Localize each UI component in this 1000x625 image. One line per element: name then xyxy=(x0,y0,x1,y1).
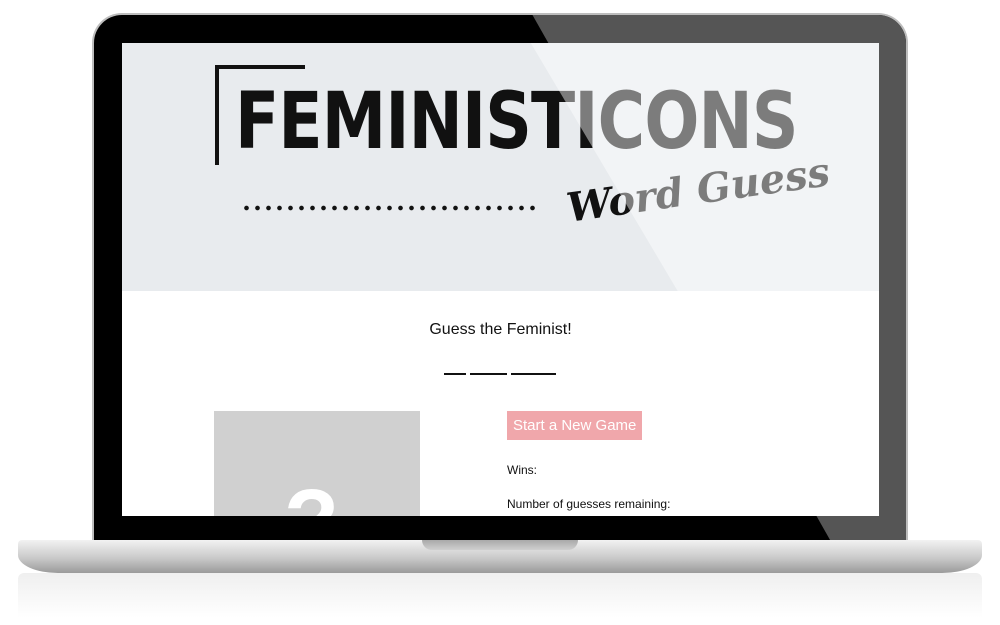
laptop-lid: FEMINISTICONS Word Guess Guess the Femin… xyxy=(94,15,906,545)
game-area: Guess the Feminist! ? Start a New Game W… xyxy=(122,291,879,516)
letter-blank xyxy=(444,373,466,375)
logo-corner-bracket-left xyxy=(215,65,219,165)
question-mark-icon: ? xyxy=(284,477,339,516)
laptop-base xyxy=(18,540,982,573)
logo-title: FEMINISTICONS xyxy=(235,77,799,167)
laptop-base-notch xyxy=(422,540,578,550)
hero-banner: FEMINISTICONS Word Guess xyxy=(122,43,879,291)
start-new-game-button[interactable]: Start a New Game xyxy=(507,411,643,440)
laptop-screen: FEMINISTICONS Word Guess Guess the Femin… xyxy=(122,43,879,516)
logo-dotted-rule xyxy=(241,205,541,211)
letter-blank xyxy=(511,373,556,375)
wins-label: Wins: xyxy=(507,463,537,477)
game-title: Guess the Feminist! xyxy=(429,321,572,338)
guesses-remaining-label: Number of guesses remaining: xyxy=(507,497,671,511)
laptop-base-reflection xyxy=(18,573,982,618)
site-logo: FEMINISTICONS Word Guess xyxy=(215,65,833,245)
feminist-portrait-placeholder: ? xyxy=(214,411,420,516)
letter-blank xyxy=(470,373,507,375)
logo-corner-bracket-top xyxy=(215,65,305,69)
